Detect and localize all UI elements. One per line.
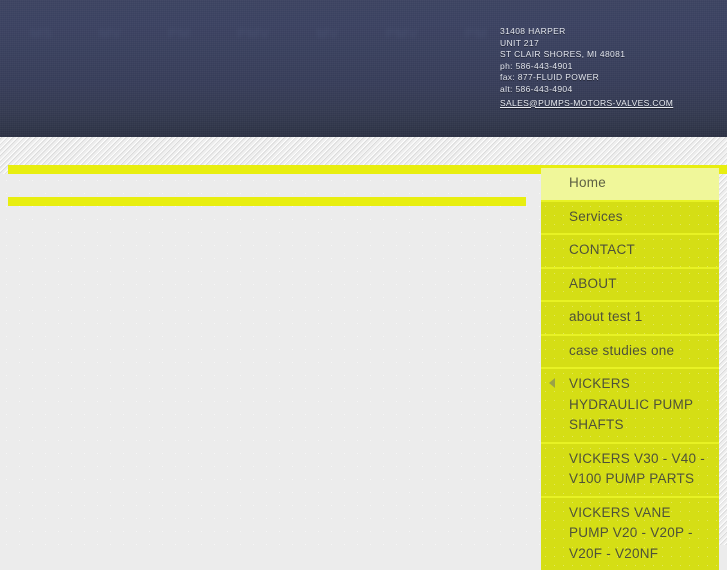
- sidebar-item-case-studies-one[interactable]: case studies one: [541, 334, 719, 368]
- contact-email-link[interactable]: SALES@PUMPS-MOTORS-VALVES.COM: [500, 98, 673, 110]
- sidebar-item-vickers-hydraulic-pump-shafts[interactable]: VICKERS HYDRAULIC PUMP SHAFTS: [541, 367, 719, 442]
- sidebar-item-about[interactable]: ABOUT: [541, 267, 719, 301]
- contact-phone: ph: 586-443-4901: [500, 61, 720, 73]
- sidebar-item-label: VICKERS V30 - V40 - V100 PUMP PARTS: [569, 451, 705, 487]
- accent-bar-second: [8, 197, 526, 206]
- site-header: MS MV PM PMV MV PMV PM MV 31408 HARPER U…: [0, 0, 727, 137]
- watermark-text: PMV: [237, 25, 270, 41]
- watermark-text: PMV: [385, 25, 418, 41]
- watermark-text: MV: [316, 25, 339, 41]
- sidebar-item-label: case studies one: [569, 343, 674, 358]
- sidebar-item-vickers-vane-pump-v20[interactable]: VICKERS VANE PUMP V20 - V20P - V20F - V2…: [541, 496, 719, 570]
- contact-alt-phone: alt: 586-443-4904: [500, 84, 720, 96]
- sidebar-item-label: VICKERS VANE PUMP V20 - V20P - V20F - V2…: [569, 505, 693, 561]
- contact-fax: fax: 877-FLUID POWER: [500, 72, 720, 84]
- sidebar-item-label: Services: [569, 209, 623, 224]
- sidebar-item-services[interactable]: Services: [541, 200, 719, 234]
- sidebar-item-label: ABOUT: [569, 276, 617, 291]
- sidebar-item-label: CONTACT: [569, 242, 635, 257]
- sidebar-item-contact[interactable]: CONTACT: [541, 233, 719, 267]
- sidebar-item-home[interactable]: Home: [541, 168, 719, 200]
- sidebar-item-label: Home: [569, 175, 606, 190]
- sidebar-item-vickers-v30-v40-v100-pump-parts[interactable]: VICKERS V30 - V40 - V100 PUMP PARTS: [541, 442, 719, 496]
- caret-left-icon: [549, 378, 555, 388]
- sidebar-item-label: VICKERS HYDRAULIC PUMP SHAFTS: [569, 376, 693, 432]
- sidebar-navigation: Home Services CONTACT ABOUT about test 1…: [541, 168, 719, 570]
- contact-info-block: 31408 HARPER UNIT 217 ST CLAIR SHORES, M…: [500, 26, 720, 109]
- contact-city-state-zip: ST CLAIR SHORES, MI 48081: [500, 49, 720, 61]
- contact-street: 31408 HARPER: [500, 26, 720, 38]
- watermark-text: PM: [465, 25, 488, 41]
- watermark-text: PM: [168, 25, 191, 41]
- main-content-area: [0, 174, 552, 545]
- sidebar-item-about-test-1[interactable]: about test 1: [541, 300, 719, 334]
- sidebar-item-label: about test 1: [569, 309, 643, 324]
- contact-unit: UNIT 217: [500, 38, 720, 50]
- watermark-text: MV: [99, 25, 122, 41]
- watermark-text: MS: [30, 25, 53, 41]
